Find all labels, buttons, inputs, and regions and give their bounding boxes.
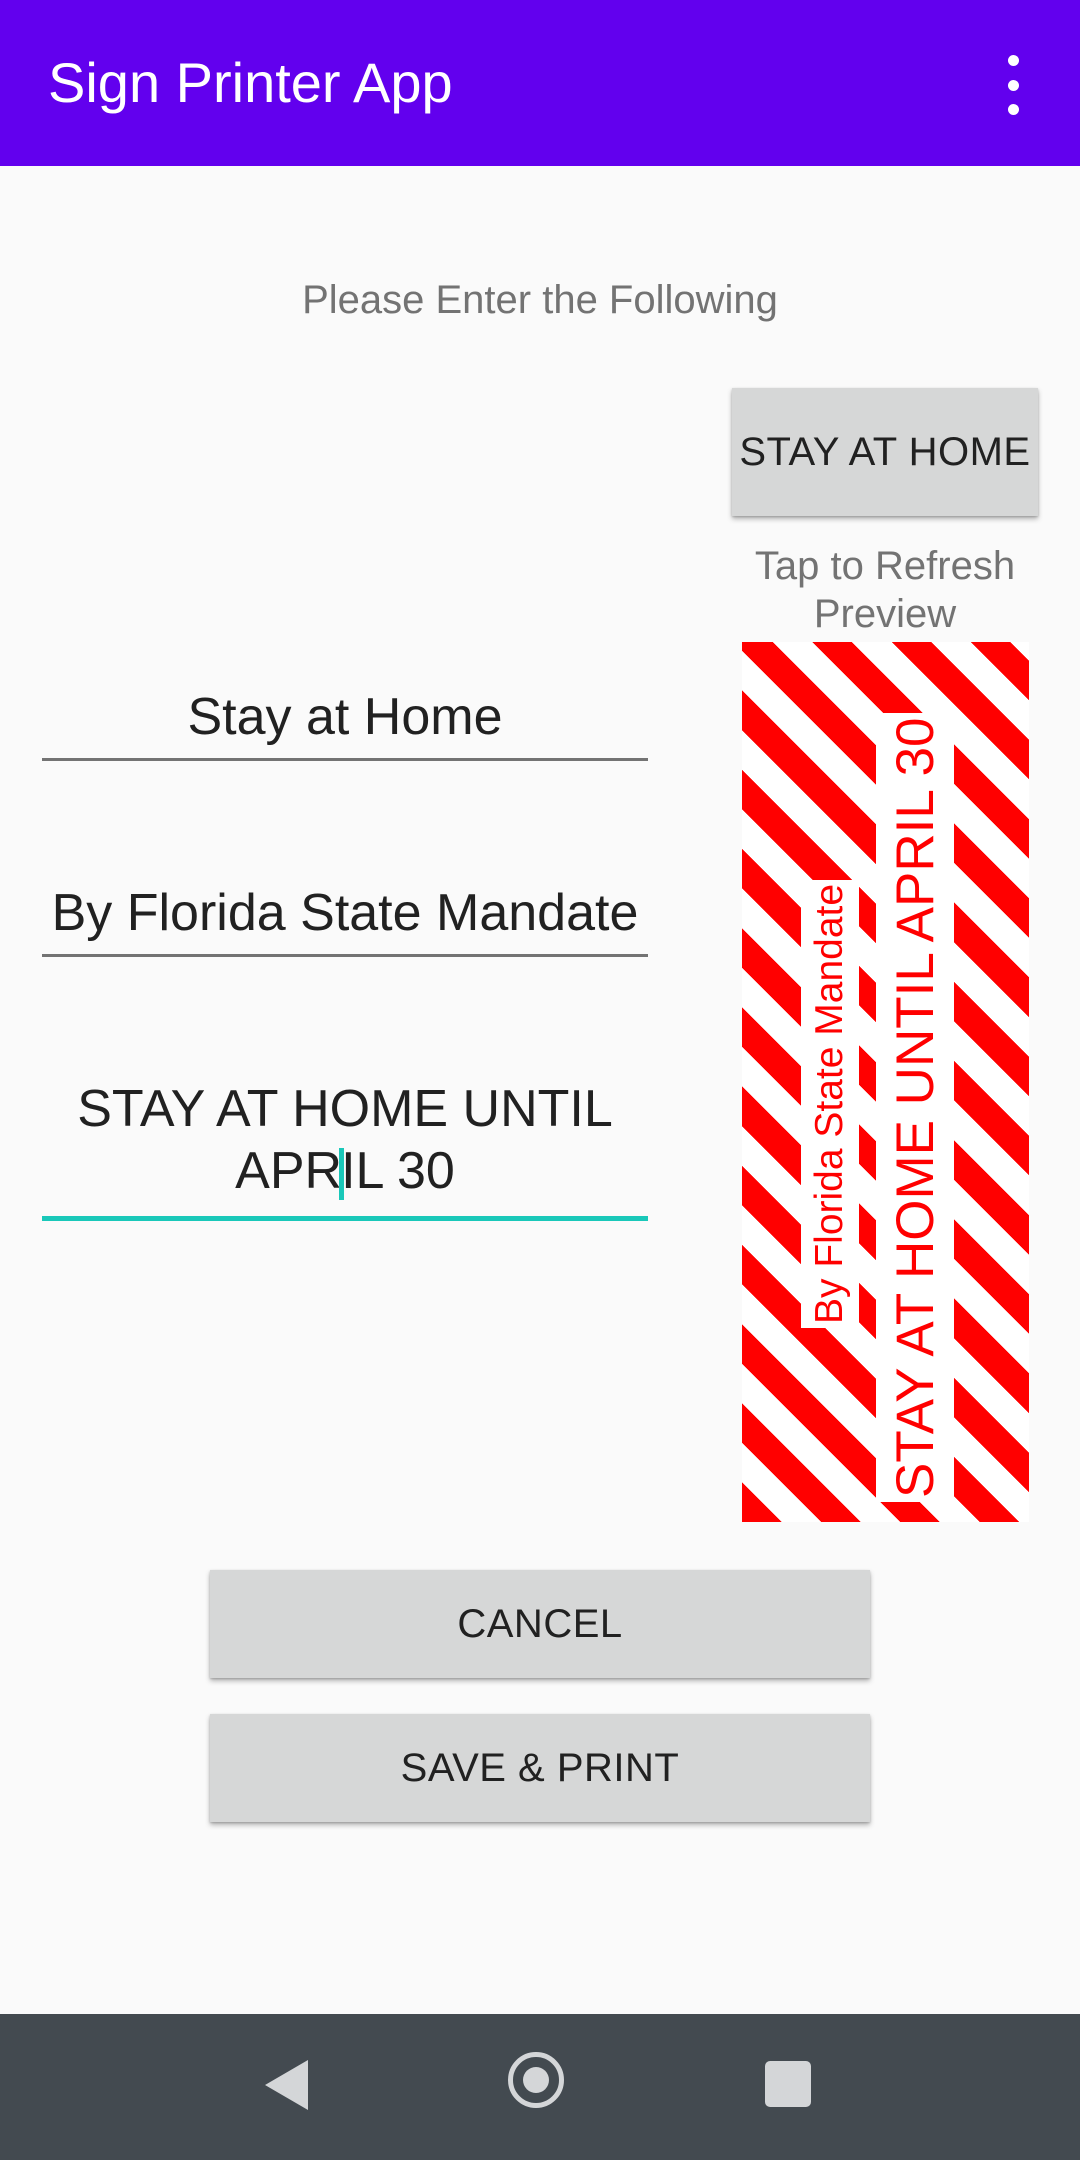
refresh-hint: Tap to Refresh Preview xyxy=(754,544,1016,636)
preview-style-button[interactable]: STAY AT HOME xyxy=(732,388,1038,516)
recents-square-icon[interactable] xyxy=(765,2061,811,2107)
sign-preview[interactable]: By Florida State Mandate STAY AT HOME UN… xyxy=(742,642,1029,1522)
message-text-before-cursor: APR xyxy=(235,1142,343,1200)
more-vert-icon[interactable] xyxy=(990,55,1036,115)
message-field[interactable]: STAY AT HOME UNTIL APRIL 30 xyxy=(42,1078,648,1221)
overflow-dot xyxy=(1007,55,1019,66)
message-text-after-cursor: IL 30 xyxy=(341,1142,455,1200)
instruction-text: Please Enter the Following xyxy=(302,278,778,322)
save-print-button[interactable]: SAVE & PRINT xyxy=(210,1714,870,1822)
overflow-dot xyxy=(1007,79,1019,91)
subtitle-field[interactable]: By Florida State Mandate xyxy=(42,882,648,957)
cancel-button[interactable]: CANCEL xyxy=(210,1570,870,1678)
app-bar: Sign Printer App xyxy=(0,0,1080,166)
home-circle-icon[interactable] xyxy=(508,2052,564,2108)
back-triangle-icon[interactable] xyxy=(265,2060,308,2110)
sign-main-text: STAY AT HOME UNTIL APRIL 30 xyxy=(876,713,954,1502)
subtitle-field-value: By Florida State Mandate xyxy=(51,884,639,942)
title-field-value: Stay at Home xyxy=(187,688,503,746)
overflow-dot xyxy=(1007,104,1019,115)
sign-subtitle-text: By Florida State Mandate xyxy=(801,879,859,1328)
app-title: Sign Printer App xyxy=(48,51,453,114)
title-field[interactable]: Stay at Home xyxy=(42,686,648,761)
message-field-line2: APRIL 30 xyxy=(42,1140,648,1202)
message-field-line1: STAY AT HOME UNTIL xyxy=(77,1080,613,1138)
